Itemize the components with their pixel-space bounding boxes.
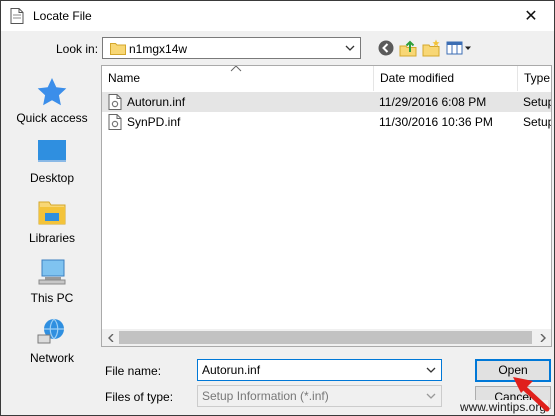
- title-bar: Locate File ✕: [1, 1, 554, 31]
- place-label: Libraries: [28, 231, 76, 245]
- new-folder-icon[interactable]: [422, 39, 440, 57]
- up-folder-icon[interactable]: [399, 39, 417, 57]
- file-name-input[interactable]: Autorun.inf: [197, 359, 442, 381]
- file-type-cell: Setup: [523, 115, 552, 129]
- place-label: This PC: [30, 291, 74, 305]
- chevron-down-icon: [426, 393, 436, 399]
- file-type-cell: Setup: [523, 95, 552, 109]
- file-date-cell: 11/29/2016 6:08 PM: [379, 95, 487, 109]
- close-icon: ✕: [524, 8, 538, 25]
- chevron-down-icon: [345, 45, 355, 51]
- place-quick-access[interactable]: Quick access: [7, 77, 97, 133]
- close-button[interactable]: ✕: [508, 1, 554, 31]
- look-in-dropdown[interactable]: n1mgx14w: [102, 37, 361, 59]
- column-header-date-modified[interactable]: Date modified: [374, 66, 516, 91]
- file-date-cell: 11/30/2016 10:36 PM: [379, 115, 493, 129]
- place-label: Network: [29, 351, 74, 365]
- file-type-select[interactable]: Setup Information (*.inf): [197, 385, 442, 407]
- horizontal-scrollbar[interactable]: [102, 329, 551, 346]
- column-header-type[interactable]: Type: [518, 66, 551, 91]
- file-type-label: Files of type:: [105, 390, 174, 404]
- look-in-label: Look in:: [56, 42, 99, 56]
- file-list[interactable]: Name Date modified Type Autorun.inf 11/2…: [101, 65, 552, 347]
- column-header-name[interactable]: Name: [102, 66, 372, 91]
- computer-icon: [38, 259, 66, 285]
- scroll-left-button[interactable]: [102, 329, 119, 346]
- chevron-right-icon: [540, 333, 546, 342]
- file-row[interactable]: Autorun.inf 11/29/2016 6:08 PM Setup: [102, 92, 551, 112]
- place-libraries[interactable]: Libraries: [7, 197, 97, 253]
- inf-file-icon: [108, 94, 122, 110]
- file-name-cell: SynPD.inf: [127, 115, 181, 129]
- scroll-right-button[interactable]: [534, 329, 551, 346]
- file-row[interactable]: SynPD.inf 11/30/2016 10:36 PM Setup: [102, 112, 551, 132]
- scrollbar-thumb[interactable]: [119, 331, 532, 344]
- place-network[interactable]: Network: [7, 317, 97, 373]
- file-name-value: Autorun.inf: [202, 363, 261, 377]
- network-icon: [37, 318, 64, 344]
- file-type-value: Setup Information (*.inf): [202, 389, 329, 403]
- document-icon: [10, 8, 24, 24]
- view-menu-icon[interactable]: [446, 39, 472, 57]
- place-label: Desktop: [29, 171, 75, 185]
- libraries-icon: [38, 201, 66, 225]
- place-label: Quick access: [16, 111, 88, 125]
- place-desktop[interactable]: Desktop: [7, 137, 97, 193]
- locate-file-dialog: Locate File ✕ Look in: n1mgx14w Quick ac…: [0, 0, 555, 416]
- window-title: Locate File: [33, 9, 92, 23]
- places-bar: Quick access Desktop Libraries This PC N…: [7, 67, 97, 407]
- file-name-label: File name:: [105, 364, 162, 378]
- file-name-cell: Autorun.inf: [127, 95, 186, 109]
- place-this-pc[interactable]: This PC: [7, 257, 97, 313]
- desktop-icon: [38, 140, 66, 162]
- chevron-down-icon[interactable]: [425, 364, 437, 376]
- look-in-value: n1mgx14w: [129, 42, 188, 56]
- back-icon[interactable]: [377, 39, 395, 57]
- inf-file-icon: [108, 114, 122, 130]
- red-arrow-annotation-icon: [513, 377, 550, 412]
- chevron-left-icon: [107, 333, 113, 342]
- folder-icon: [110, 43, 126, 55]
- star-icon: [37, 78, 67, 106]
